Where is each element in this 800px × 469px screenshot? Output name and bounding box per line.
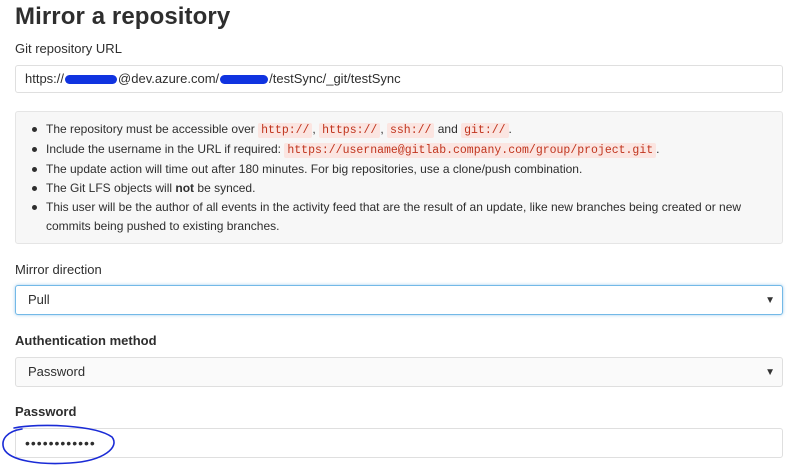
auth-method-select[interactable]: Password ▼	[15, 357, 783, 387]
hint-item-lfs: The Git LFS objects will not be synced.	[32, 179, 782, 198]
code-https: https://	[319, 123, 381, 138]
hint-item-author: This user will be the author of all even…	[32, 198, 782, 236]
git-url-label: Git repository URL	[15, 41, 122, 56]
code-git: git://	[461, 123, 509, 138]
caret-down-icon: ▼	[765, 367, 775, 378]
code-ssh: ssh://	[386, 123, 435, 138]
code-example-url: https://username@gitlab.company.com/grou…	[284, 143, 657, 158]
password-value: ••••••••••••	[25, 435, 96, 451]
url-prefix: https://	[25, 71, 65, 86]
password-label: Password	[15, 404, 77, 419]
redacted-username	[65, 75, 118, 85]
hint-item-protocols: The repository must be accessible over h…	[32, 120, 782, 140]
page-title: Mirror a repository	[15, 3, 231, 30]
auth-method-label: Authentication method	[15, 333, 157, 348]
url-middle: @dev.azure.com/	[118, 71, 220, 86]
url-suffix: /testSync/_git/testSync	[269, 71, 401, 86]
mirror-direction-select[interactable]: Pull ▼	[15, 285, 783, 315]
git-url-input[interactable]: https:// @dev.azure.com/ /testSync/_git/te…	[15, 65, 783, 93]
mirror-direction-label: Mirror direction	[15, 262, 102, 277]
password-input[interactable]: ••••••••••••	[15, 428, 783, 458]
hint-item-username: Include the username in the URL if requi…	[32, 140, 782, 160]
code-http: http://	[258, 123, 313, 138]
hint-item-timeout: The update action will time out after 18…	[32, 160, 782, 179]
mirror-hints-panel: The repository must be accessible over h…	[15, 111, 783, 244]
redacted-organization	[220, 75, 269, 85]
caret-down-icon: ▼	[765, 295, 775, 306]
